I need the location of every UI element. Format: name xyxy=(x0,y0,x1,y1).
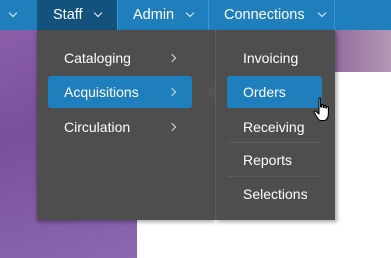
submenu-item-receiving[interactable]: Receiving xyxy=(227,111,322,143)
chevron-down-icon xyxy=(8,8,18,18)
menu-item-label: Receiving xyxy=(243,119,305,135)
menu-item-label: Cataloging xyxy=(64,50,131,66)
submenu-item-invoicing[interactable]: Invoicing xyxy=(227,42,322,74)
chevron-down-icon xyxy=(93,8,102,18)
nav-divider xyxy=(334,0,335,30)
staff-dropdown-menu: Cataloging Acquisitions Circulation xyxy=(37,30,215,220)
submenu-item-selections[interactable]: Selections xyxy=(227,178,322,210)
hand-pointer-cursor-icon xyxy=(313,97,329,122)
menu-item-label: Circulation xyxy=(64,119,131,135)
menu-item-label: Invoicing xyxy=(243,50,299,66)
menu-item-label: Selections xyxy=(243,186,308,202)
submenu-item-orders[interactable]: Orders xyxy=(227,76,322,108)
top-navbar: Staff Admin Connections xyxy=(0,0,391,30)
submenu-pointer-icon xyxy=(205,85,215,99)
menu-item-label: Acquisitions xyxy=(64,84,139,100)
menu-divider xyxy=(227,142,321,143)
nav-item-staff[interactable]: Staff xyxy=(37,0,117,30)
nav-item-previous[interactable] xyxy=(0,0,36,30)
submenu-item-reports[interactable]: Reports xyxy=(227,144,322,176)
nav-item-admin[interactable]: Admin xyxy=(118,0,208,30)
nav-item-label: Admin xyxy=(133,7,175,23)
nav-item-connections[interactable]: Connections xyxy=(209,0,334,30)
nav-item-label: Staff xyxy=(53,7,83,23)
menu-item-label: Reports xyxy=(243,152,293,168)
menu-divider xyxy=(227,176,321,177)
nav-item-label: Connections xyxy=(224,7,305,23)
chevron-down-icon xyxy=(185,8,195,18)
acquisitions-submenu: Invoicing Orders Receiving Reports Selec… xyxy=(215,30,335,220)
chevron-down-icon xyxy=(317,8,326,18)
menu-item-label: Orders xyxy=(243,84,286,100)
